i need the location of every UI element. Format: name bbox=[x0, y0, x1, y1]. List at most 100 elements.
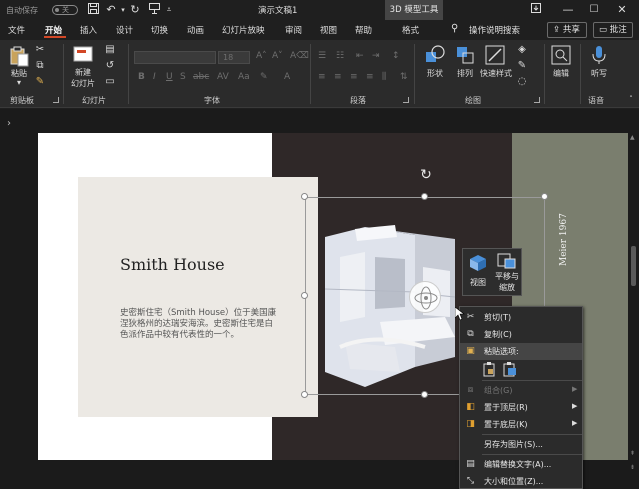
editing-label[interactable]: 编辑 bbox=[548, 68, 574, 79]
menu-item-size-position[interactable]: ⤡ 大小和位置(Z)... bbox=[460, 473, 582, 489]
clipboard-launcher-icon[interactable] bbox=[53, 97, 59, 103]
resize-handle-sw[interactable] bbox=[301, 391, 308, 398]
maximize-icon[interactable]: ☐ bbox=[584, 2, 604, 18]
copy-icon[interactable]: ⧉ bbox=[34, 60, 46, 71]
prev-slide-icon[interactable]: ⇞ bbox=[630, 450, 635, 457]
tab-file[interactable]: 文件 bbox=[8, 24, 25, 36]
paste-picture-icon[interactable] bbox=[502, 361, 518, 377]
shapes-label[interactable]: 形状 bbox=[422, 68, 448, 79]
cut-icon[interactable]: ✂ bbox=[34, 44, 46, 55]
font-name-field[interactable] bbox=[134, 51, 216, 64]
tab-design[interactable]: 设计 bbox=[116, 24, 133, 36]
dictate-icon[interactable] bbox=[588, 44, 610, 66]
font-color-icon[interactable]: A bbox=[284, 72, 290, 82]
next-slide-icon[interactable]: ⇟ bbox=[630, 464, 635, 471]
menu-item-group[interactable]: ⧈ 组合(G) ▶ bbox=[460, 382, 582, 399]
menu-item-save-as-picture[interactable]: 另存为图片(S)... bbox=[460, 436, 582, 453]
numbering-icon[interactable]: ☷ bbox=[336, 51, 344, 61]
tell-me-search[interactable]: ⚲ 操作说明搜索 bbox=[451, 22, 543, 38]
align-right-icon[interactable]: ≡ bbox=[350, 72, 358, 82]
menu-item-edit-alt-text[interactable]: ▤ 编辑替换文字(A)... bbox=[460, 456, 582, 473]
menu-item-copy[interactable]: ⧉ 复制(C) bbox=[460, 326, 582, 343]
customize-qat-icon[interactable]: ⩡ bbox=[164, 3, 174, 17]
align-left-icon[interactable]: ≡ bbox=[318, 72, 326, 82]
vertical-caption[interactable]: Meier 1967 bbox=[559, 186, 573, 266]
paste-keep-source-icon[interactable] bbox=[482, 361, 498, 377]
resize-handle-w[interactable] bbox=[301, 292, 308, 299]
vertical-scrollbar[interactable]: ▲ ⇞ ⇟ bbox=[630, 134, 637, 489]
pan-zoom-label-2[interactable]: 缩放 bbox=[491, 282, 523, 293]
bullets-icon[interactable]: ☰ bbox=[318, 51, 326, 61]
tab-animations[interactable]: 动画 bbox=[187, 24, 204, 36]
start-slideshow-icon[interactable] bbox=[147, 3, 161, 17]
layout-icon[interactable]: ▤ bbox=[104, 44, 116, 55]
3d-view-label[interactable]: 视图 bbox=[463, 277, 493, 288]
share-button[interactable]: ⇪ 共享 bbox=[547, 22, 587, 38]
italic-icon[interactable]: I bbox=[153, 72, 156, 82]
line-spacing-icon[interactable]: ↕ bbox=[392, 51, 400, 61]
3d-view-icon[interactable] bbox=[467, 252, 489, 274]
align-center-icon[interactable]: ≡ bbox=[334, 72, 342, 82]
tab-review[interactable]: 审阅 bbox=[285, 24, 302, 36]
scroll-up-icon[interactable]: ▲ bbox=[630, 134, 635, 141]
dictate-label[interactable]: 听写 bbox=[586, 68, 612, 79]
shape-fill-icon[interactable]: ◈ bbox=[516, 44, 528, 55]
tab-transitions[interactable]: 切换 bbox=[151, 24, 168, 36]
autosave-toggle[interactable]: 关 bbox=[52, 5, 78, 15]
resize-handle-nw[interactable] bbox=[301, 193, 308, 200]
quick-styles-icon[interactable] bbox=[484, 44, 506, 66]
change-case-icon[interactable]: Aa bbox=[238, 72, 250, 82]
shrink-font-icon[interactable]: A˅ bbox=[272, 51, 283, 61]
quick-styles-label[interactable]: 快速样式 bbox=[476, 68, 516, 79]
menu-item-cut[interactable]: ✂ 剪切(T) bbox=[460, 309, 582, 326]
shadow-icon[interactable]: S bbox=[180, 72, 186, 82]
tab-slideshow[interactable]: 幻灯片放映 bbox=[222, 24, 265, 36]
grow-font-icon[interactable]: A˄ bbox=[256, 51, 267, 61]
section-icon[interactable]: ▭ bbox=[104, 76, 116, 87]
resize-handle-n[interactable] bbox=[421, 193, 428, 200]
arrange-icon[interactable] bbox=[454, 44, 476, 66]
undo-icon[interactable]: ↶ bbox=[104, 3, 118, 17]
columns-icon[interactable]: ⫼ bbox=[382, 72, 386, 82]
pan-zoom-icon[interactable] bbox=[496, 252, 518, 270]
arrange-label[interactable]: 排列 bbox=[452, 68, 478, 79]
resize-handle-s[interactable] bbox=[421, 391, 428, 398]
new-slide-label[interactable]: 新建 bbox=[68, 67, 98, 78]
3d-rotate-control-icon[interactable] bbox=[409, 281, 441, 313]
new-slide-icon[interactable] bbox=[72, 44, 94, 64]
tab-home[interactable]: 开始 bbox=[45, 24, 62, 36]
pan-zoom-label[interactable]: 平移与 bbox=[491, 271, 523, 282]
char-spacing-icon[interactable]: AV bbox=[217, 72, 229, 82]
menu-item-bring-to-front[interactable]: ◧ 置于顶层(R) ▶ bbox=[460, 399, 582, 416]
shapes-icon[interactable] bbox=[424, 44, 446, 66]
text-direction-icon[interactable]: ⇅ bbox=[400, 72, 408, 82]
menu-item-send-to-back[interactable]: ◨ 置于底层(K) ▶ bbox=[460, 416, 582, 433]
font-size-field[interactable]: 18 bbox=[218, 51, 250, 64]
close-icon[interactable]: ✕ bbox=[612, 2, 632, 18]
increase-indent-icon[interactable]: ⇥ bbox=[372, 51, 380, 61]
minimize-icon[interactable]: — bbox=[558, 2, 578, 18]
collapse-ribbon-icon[interactable]: ˄ bbox=[626, 95, 636, 103]
slide-body-text[interactable]: 史密斯住宅（Smith House）位于美国康涅狄格州的达瑞安海滨。史密斯住宅是… bbox=[120, 308, 280, 341]
tab-format[interactable]: 格式 bbox=[402, 24, 419, 36]
save-icon[interactable] bbox=[86, 3, 100, 17]
highlight-icon[interactable]: ✎ bbox=[260, 72, 268, 82]
tab-help[interactable]: 帮助 bbox=[355, 24, 372, 36]
tab-view[interactable]: 视图 bbox=[320, 24, 337, 36]
resize-handle-ne[interactable] bbox=[541, 193, 548, 200]
redo-icon[interactable]: ↻ bbox=[128, 3, 142, 17]
justify-icon[interactable]: ≡ bbox=[366, 72, 374, 82]
editing-icon[interactable] bbox=[550, 44, 572, 66]
format-painter-icon[interactable]: ✎ bbox=[34, 76, 46, 87]
comments-button[interactable]: ▭ 批注 bbox=[593, 22, 633, 38]
text-card[interactable]: Smith House 史密斯住宅（Smith House）位于美国康涅狄格州的… bbox=[78, 177, 318, 417]
scrollbar-thumb[interactable] bbox=[631, 246, 636, 286]
rotate-handle-icon[interactable]: ↻ bbox=[418, 167, 434, 183]
clear-format-icon[interactable]: A⌫ bbox=[290, 51, 309, 61]
slide-title[interactable]: Smith House bbox=[120, 255, 225, 274]
reset-icon[interactable]: ↺ bbox=[104, 60, 116, 71]
new-slide-label-2[interactable]: 幻灯片 bbox=[64, 78, 102, 89]
underline-icon[interactable]: U bbox=[166, 72, 173, 82]
paste-dropdown-icon[interactable]: ▾ bbox=[14, 78, 24, 87]
bold-icon[interactable]: B bbox=[138, 72, 145, 82]
